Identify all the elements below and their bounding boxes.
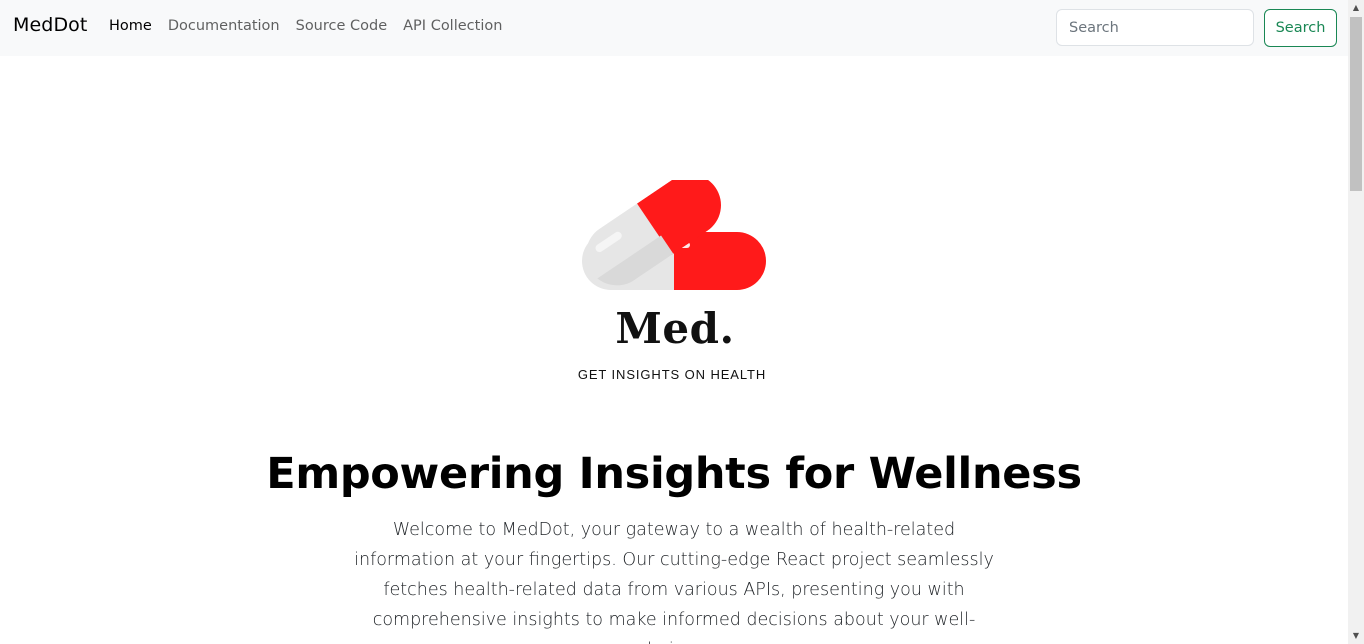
search-input[interactable] <box>1056 9 1254 46</box>
search-button[interactable]: Search <box>1264 9 1337 47</box>
hero-description: Welcome to MedDot, your gateway to a wea… <box>354 520 994 644</box>
logo-tagline: GET INSIGHTS ON HEALTH <box>577 367 767 382</box>
hero-title: Empowering Insights for Wellness <box>266 449 1082 499</box>
page: MedDot Home Documentation Source Code AP… <box>0 0 1364 644</box>
nav-link-source-code[interactable]: Source Code <box>296 18 388 34</box>
vertical-scrollbar[interactable]: ▲ ▼ <box>1348 0 1364 644</box>
scroll-up-arrow-icon[interactable]: ▲ <box>1348 0 1364 16</box>
navbar: MedDot Home Documentation Source Code AP… <box>0 0 1348 56</box>
brand-link[interactable]: MedDot <box>13 14 87 36</box>
nav-link-documentation[interactable]: Documentation <box>168 18 280 34</box>
pill-capsules-icon <box>574 180 766 298</box>
logo-wordmark: Med. <box>615 304 735 353</box>
med-logo: Med. GET INSIGHTS ON HEALTH <box>560 180 790 390</box>
nav-links: Home Documentation Source Code API Colle… <box>109 18 518 34</box>
nav-link-home[interactable]: Home <box>109 18 152 34</box>
nav-link-api-collection[interactable]: API Collection <box>403 18 502 34</box>
scroll-down-arrow-icon[interactable]: ▼ <box>1348 628 1364 644</box>
scroll-thumb[interactable] <box>1350 17 1362 191</box>
